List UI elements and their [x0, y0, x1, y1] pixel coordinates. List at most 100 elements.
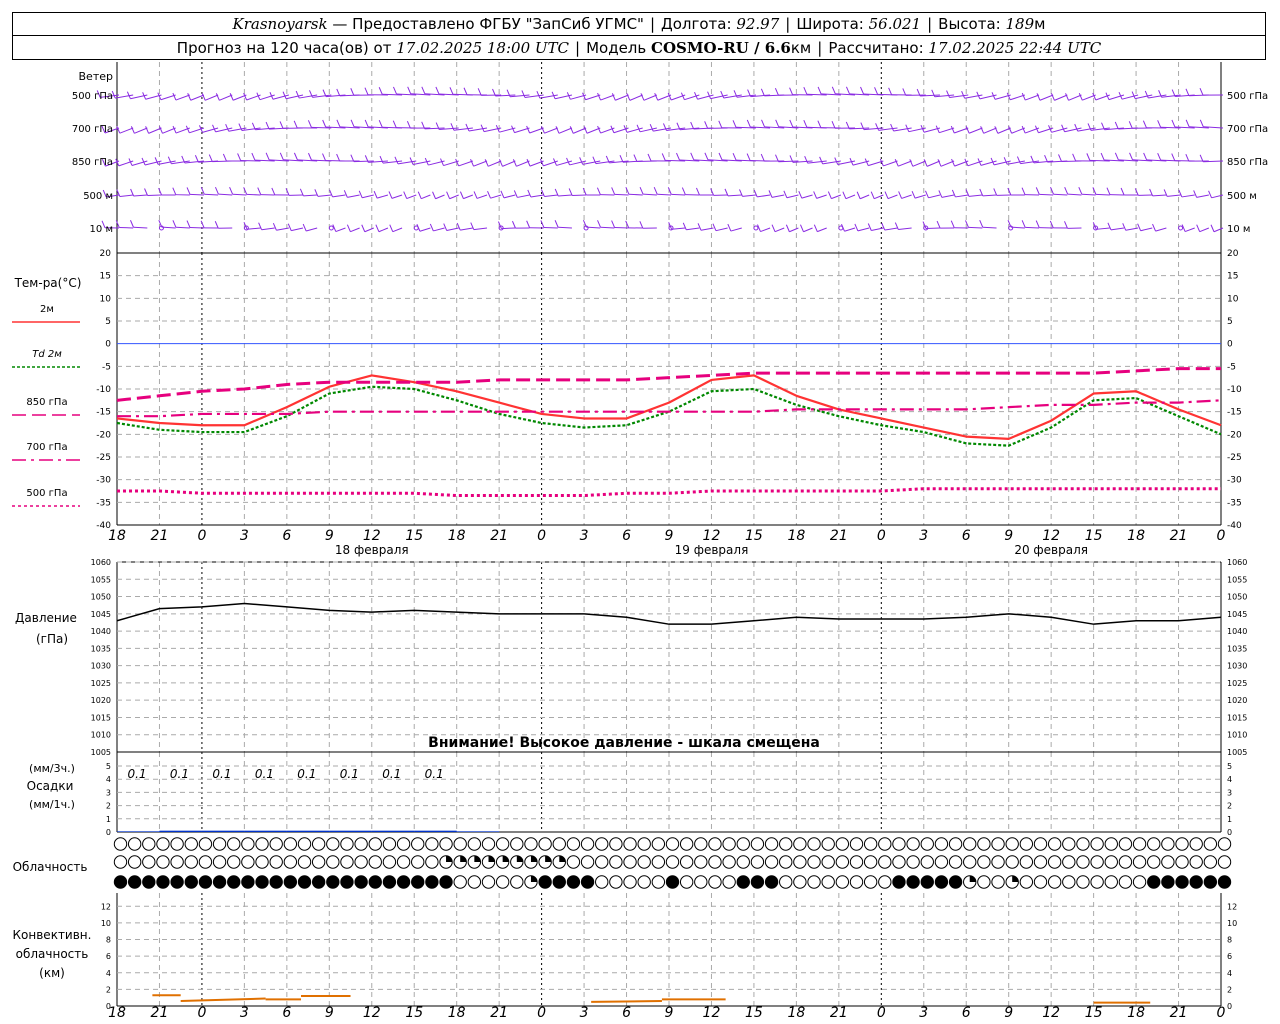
wind-barb-flag — [774, 88, 779, 96]
wind-barb-flag — [1061, 124, 1066, 132]
wind-barb — [406, 194, 417, 200]
temp-tick-right: -10 — [1227, 385, 1242, 395]
precip-title: Осадки — [27, 779, 74, 793]
wind-level-right: 850 гПа — [1227, 157, 1268, 168]
wind-barb-flag — [1021, 187, 1026, 195]
wind-barb-flag — [172, 92, 177, 101]
wind-barb — [955, 194, 969, 198]
cloud-symbol — [340, 855, 354, 869]
wind-barb-flag — [322, 153, 326, 161]
wind-barb-flag — [403, 191, 408, 199]
pressure-tick-left: 1060 — [91, 558, 111, 567]
wind-barb — [1053, 193, 1068, 196]
cloud-symbol — [1161, 875, 1175, 889]
wind-barb-flag — [500, 190, 505, 199]
wind-barb-flag — [682, 222, 687, 230]
time-tick: 0 — [197, 1005, 206, 1021]
date-label: 18 февраля — [335, 543, 409, 557]
cloud-symbol — [1033, 837, 1048, 851]
wind-barb-flag — [1185, 119, 1190, 128]
cloud-symbol — [227, 855, 241, 869]
wind-barb-flag — [1199, 87, 1204, 96]
cloud-symbol-partial — [474, 855, 481, 862]
wind-barb-flag — [732, 120, 737, 128]
wind-barb — [831, 194, 842, 200]
wind-barb — [801, 194, 813, 199]
wind-barb-flag — [845, 86, 850, 95]
cloud-symbol — [212, 875, 227, 889]
wind-barb — [845, 194, 856, 200]
cloud-symbol — [156, 837, 170, 851]
wind-barb-flag — [961, 91, 966, 99]
wind-barb-flag — [208, 154, 213, 162]
wind-barb-flag — [950, 220, 955, 228]
cloud-symbol — [467, 837, 482, 851]
wind-barb-flag — [803, 87, 808, 95]
wind-barb — [925, 227, 940, 230]
cloud-symbol — [821, 855, 835, 869]
cloud-symbol — [113, 837, 128, 851]
cloud-symbol — [708, 855, 722, 869]
cloud-symbol — [665, 837, 680, 851]
cloud-symbol — [708, 837, 722, 851]
wind-barb — [1213, 227, 1224, 233]
precip-tick-right: 3 — [1227, 788, 1232, 797]
cloud-symbol — [1076, 855, 1090, 869]
pressure-tick-left: 1020 — [91, 696, 111, 705]
wind-barb-flag — [697, 223, 702, 231]
wind-barb — [657, 193, 672, 196]
wind-barb — [1125, 227, 1139, 231]
cloud-symbol — [1217, 855, 1232, 869]
calm-circle — [328, 225, 334, 231]
wind-barb-flag — [1157, 152, 1162, 161]
wind-barb-flag — [450, 123, 455, 131]
wind-barb-flag — [215, 93, 220, 101]
conv-tick-right: 4 — [1227, 969, 1232, 978]
time-tick: 0 — [537, 1005, 546, 1021]
cloud-symbol — [920, 875, 934, 889]
cloud-symbol — [835, 875, 850, 889]
cloud-symbol — [1203, 855, 1218, 869]
precip-tick-left: 0 — [106, 828, 111, 837]
cloud-symbol — [368, 855, 382, 869]
cloud-symbol — [878, 855, 892, 869]
wind-barb-flag — [1143, 152, 1148, 161]
wind-barb-flag — [1208, 190, 1213, 199]
cloud-symbol — [481, 875, 496, 889]
cloud-symbol — [127, 837, 142, 851]
pressure-tick-left: 1015 — [91, 713, 111, 722]
cloud-symbol — [425, 855, 439, 869]
wind-barb-flag — [923, 159, 928, 167]
time-tick: 3 — [919, 1005, 928, 1021]
wind-barb-flag — [459, 191, 464, 199]
wind-barb-flag — [526, 220, 531, 228]
time-tick: 0 — [537, 528, 546, 544]
wind-barb — [898, 227, 912, 231]
wind-barb-flag — [1058, 154, 1062, 162]
cloud-symbol — [991, 837, 1005, 851]
wind-level-right: 700 гПа — [1227, 124, 1268, 135]
cloud-symbol-partial — [460, 855, 467, 862]
wind-barb-flag — [194, 155, 199, 163]
wind-barb — [1081, 193, 1096, 196]
pressure-tick-left: 1045 — [91, 610, 111, 619]
cloud-symbol — [1118, 855, 1133, 869]
cloud-symbol — [750, 875, 765, 889]
wind-barb — [133, 226, 148, 229]
cloud-symbol — [1019, 837, 1034, 851]
cloud-symbol — [637, 875, 651, 889]
conv-tick-right: 12 — [1227, 902, 1237, 911]
wind-barb-flag — [775, 119, 780, 127]
time-tick: 12 — [703, 1005, 721, 1021]
cloud-symbol — [1132, 875, 1147, 889]
wind-level-left: 500 гПа — [72, 91, 113, 102]
cloud-symbol — [906, 855, 920, 869]
wind-barb-flag — [265, 121, 270, 130]
wind-barb-flag — [690, 152, 695, 161]
wind-barb-flag — [1100, 152, 1105, 161]
precip-value-label: 0.1 — [340, 767, 359, 781]
cloud-symbol — [595, 875, 609, 889]
wind-barb — [742, 194, 756, 197]
cloud-symbol — [127, 855, 142, 869]
wind-barb — [133, 194, 148, 197]
